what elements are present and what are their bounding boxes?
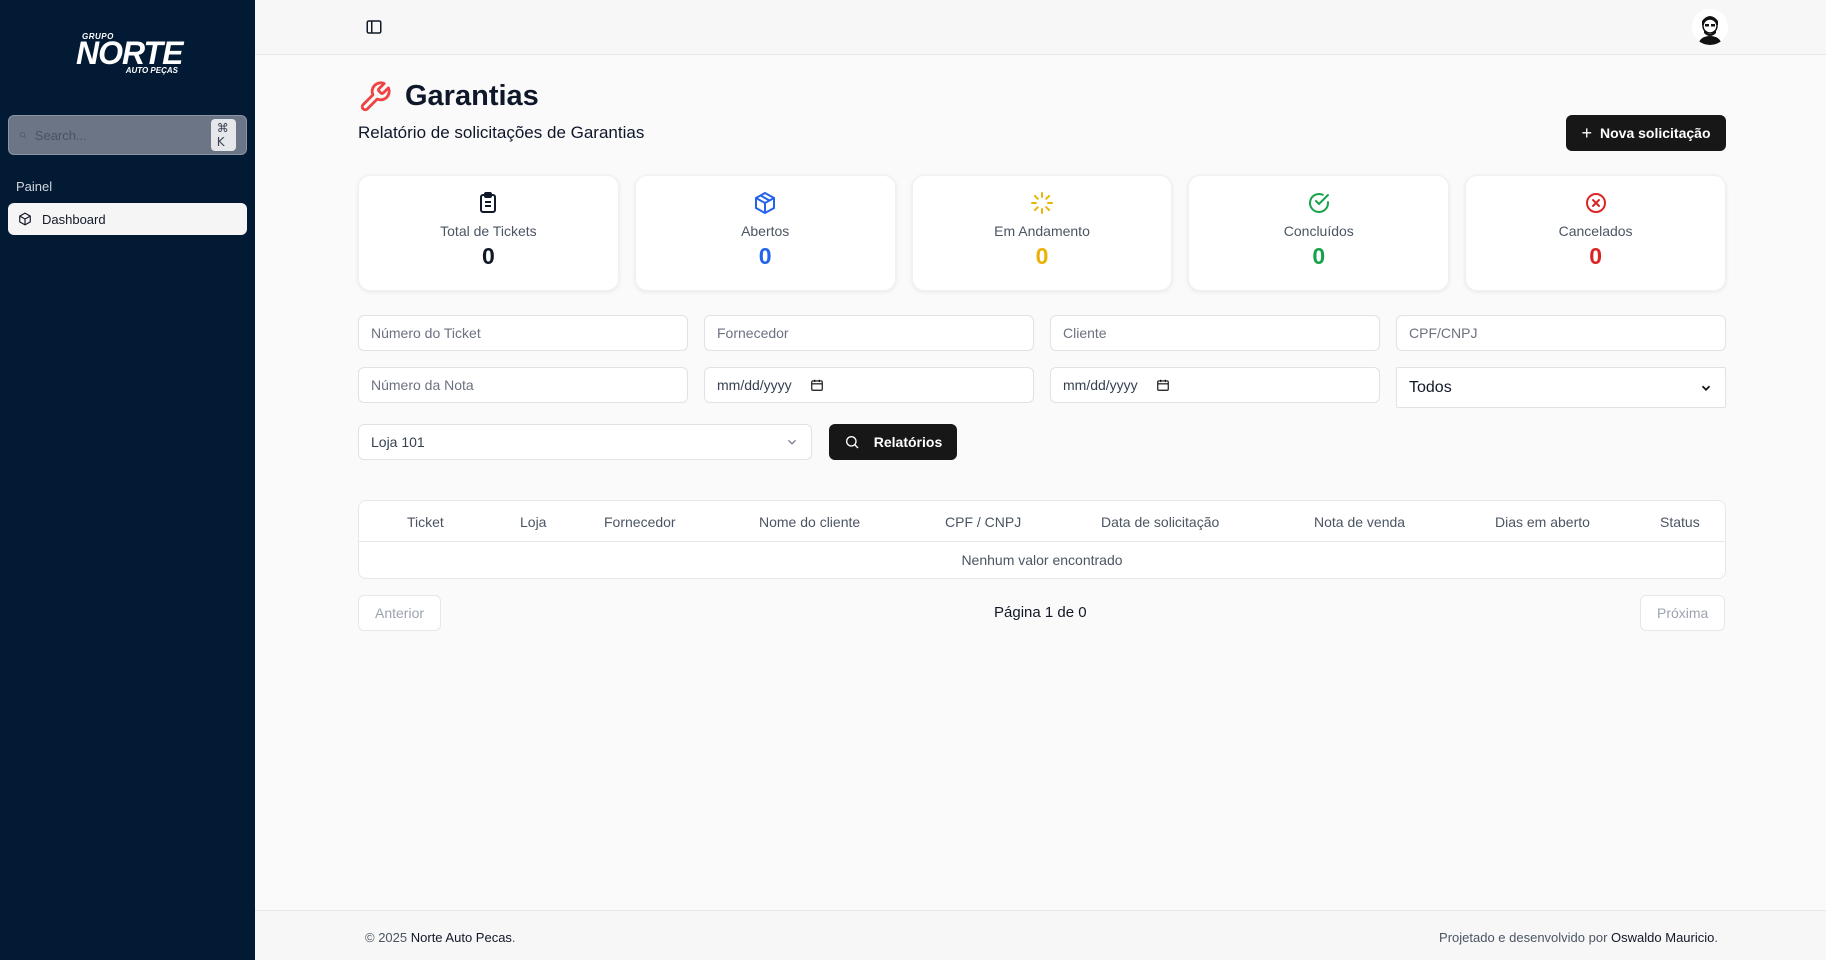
credit-text: Projetado e desenvolvido por (1439, 930, 1608, 945)
logo-name: NORTE (76, 35, 183, 71)
column-header: Status (1660, 514, 1700, 530)
avatar-face-icon (1692, 9, 1728, 45)
cpf-cnpj-input[interactable] (1396, 315, 1726, 351)
invoice-number-input[interactable] (358, 367, 688, 403)
stat-card-cancelled: Cancelados 0 (1465, 175, 1726, 291)
reports-label: Relatórios (873, 434, 943, 450)
clipboard-icon (480, 192, 497, 213)
next-page-button[interactable]: Próxima (1640, 595, 1726, 631)
column-header: Nome do cliente (759, 514, 861, 530)
stat-label: Em Andamento (994, 223, 1090, 239)
shortcut-badge: ⌘ K (210, 119, 236, 151)
search-icon (19, 132, 27, 139)
wrench-icon (360, 81, 391, 112)
column-header: CPF / CNPJ (945, 514, 1022, 530)
supplier-input[interactable] (704, 315, 1034, 351)
status-select[interactable]: Todos (1396, 367, 1726, 408)
ticket-number-input[interactable] (358, 315, 688, 351)
client-input[interactable] (1050, 315, 1380, 351)
sidebar-toggle-icon[interactable] (365, 18, 383, 36)
footer: © 2025 Norte Auto Pecas. Projetado e des… (255, 910, 1826, 960)
page-info: Página 1 de 0 (994, 604, 1087, 621)
stat-card-total: Total de Tickets 0 (358, 175, 619, 291)
warranty-table: Ticket Loja Fornecedor Nome do cliente C… (358, 500, 1726, 579)
column-header: Dias em aberto (1495, 514, 1590, 530)
nav-group-label: Painel (16, 179, 53, 194)
store-select[interactable]: Loja 101 (358, 424, 812, 460)
column-header: Fornecedor (604, 514, 676, 530)
company-link[interactable]: Norte Auto Pecas (411, 930, 512, 945)
stat-value: 0 (482, 243, 495, 269)
box-icon (19, 212, 31, 226)
stat-card-open: Abertos 0 (634, 175, 896, 291)
sidebar-item-label: Dashboard (42, 211, 106, 227)
page-subtitle: Relatório de solicitações de Garantias (358, 123, 645, 142)
status-select-value: Todos (1409, 378, 1452, 396)
user-avatar[interactable] (1692, 9, 1728, 45)
store-select-value: Loja 101 (371, 434, 425, 450)
stat-card-in-progress: Em Andamento 0 (911, 175, 1173, 291)
chevron-down-icon (1701, 385, 1711, 391)
stat-value: 0 (1035, 243, 1049, 269)
footer-copyright: © 2025 Norte Auto Pecas. (365, 930, 516, 945)
date-to-value: mm/dd/yyyy (1063, 377, 1138, 393)
stat-label: Cancelados (1558, 223, 1633, 239)
calendar-icon[interactable] (810, 378, 824, 392)
stat-value: 0 (758, 243, 772, 269)
date-from-value: mm/dd/yyyy (717, 377, 792, 393)
brand-logo[interactable]: GRUPO NORTE AUTO PEÇAS (70, 28, 190, 78)
footer-credit: Projetado e desenvolvido por Oswaldo Mau… (1439, 930, 1718, 945)
sidebar-search[interactable]: ⌘ K (8, 115, 247, 155)
date-from-input[interactable]: mm/dd/yyyy (704, 367, 1034, 403)
stat-value: 0 (1312, 243, 1326, 269)
sidebar: GRUPO NORTE AUTO PEÇAS ⌘ K Painel Dashbo… (0, 0, 255, 960)
calendar-icon[interactable] (1156, 378, 1170, 392)
search-input[interactable] (34, 127, 211, 143)
author-link[interactable]: Oswaldo Mauricio (1611, 930, 1714, 945)
new-request-label: Nova solicitação (1600, 125, 1711, 141)
stat-card-done: Concluídos 0 (1188, 175, 1450, 291)
loader-icon (1030, 192, 1053, 214)
stat-value: 0 (1589, 243, 1602, 269)
sidebar-item-dashboard[interactable]: Dashboard (8, 203, 247, 235)
reports-button[interactable]: Relatórios (829, 424, 957, 460)
stat-label: Total de Tickets (440, 223, 537, 239)
previous-page-button[interactable]: Anterior (358, 595, 442, 631)
search-icon (845, 436, 859, 449)
table-empty-message: Nenhum valor encontrado (961, 552, 1123, 568)
column-header: Nota de venda (1314, 514, 1406, 530)
plus-icon: + (1581, 122, 1592, 143)
copyright-text: © 2025 (365, 930, 408, 945)
x-circle-icon (1585, 193, 1606, 213)
page-title: Garantias (405, 80, 539, 112)
date-to-input[interactable]: mm/dd/yyyy (1050, 367, 1380, 403)
new-request-button[interactable]: + Nova solicitação (1566, 115, 1726, 151)
column-header: Data de solicitação (1101, 514, 1220, 530)
check-circle-icon (1308, 193, 1329, 213)
chevron-down-icon (788, 439, 796, 445)
stat-label: Abertos (741, 223, 790, 239)
stats-cards: Total de Tickets 0 Abertos 0 Em Andament… (358, 175, 1726, 291)
column-header: Loja (520, 514, 547, 530)
top-header (255, 0, 1826, 55)
logo-sub: AUTO PEÇAS (125, 66, 178, 75)
column-header: Ticket (407, 514, 444, 530)
stat-label: Concluídos (1283, 223, 1354, 239)
table-header: Ticket Loja Fornecedor Nome do cliente C… (359, 501, 1725, 542)
package-icon (755, 191, 776, 215)
